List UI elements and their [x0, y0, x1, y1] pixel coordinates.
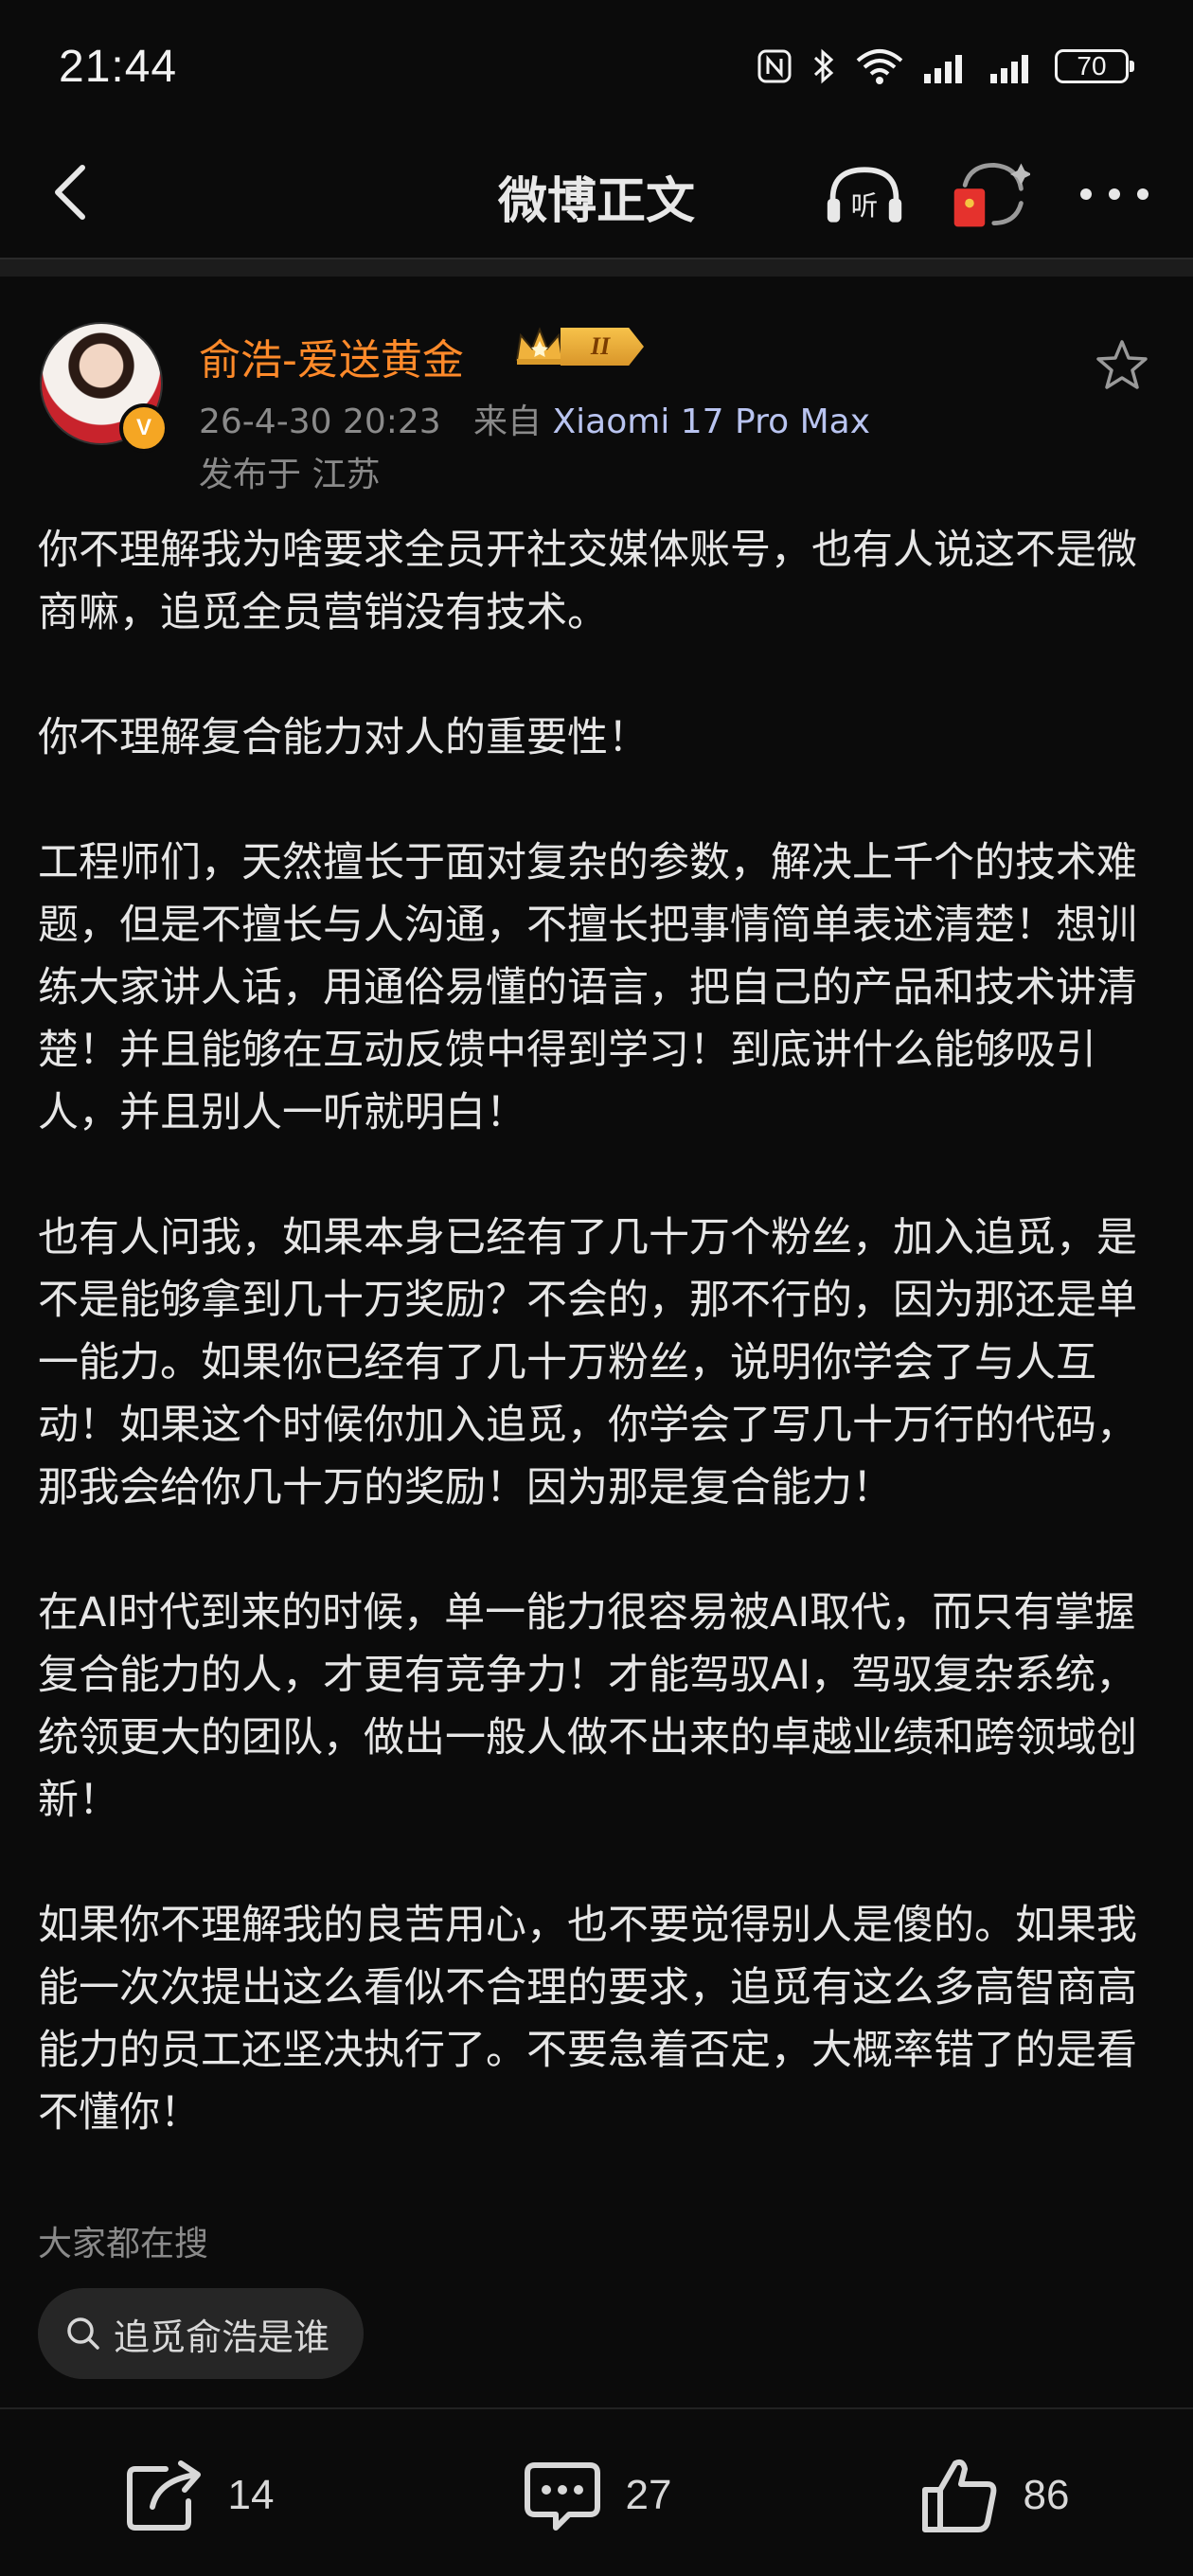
- red-packet-button[interactable]: [949, 153, 1030, 235]
- repost-count: 14: [227, 2472, 275, 2518]
- author-block: V 俞浩-爱送黄金 II 26-4-30 20:23 来自 Xiaomi 17 …: [0, 313, 1193, 502]
- red-packet-icon: [953, 163, 1030, 227]
- device-link[interactable]: Xiaomi 17 Pro Max: [553, 402, 871, 441]
- like-button[interactable]: 86: [919, 2456, 1070, 2535]
- trending-search-text: 追觅俞浩是谁: [114, 2316, 330, 2358]
- weibo-post-page: 21:44 70 微博正文 听 V 俞浩-爱送黄金 II 26-4-30 20:…: [0, 0, 1193, 2576]
- trending-label: 大家都在搜: [38, 2225, 209, 2263]
- thumbs-up-icon: [921, 2459, 996, 2532]
- wifi-icon: [856, 49, 903, 84]
- more-dots-icon: [1080, 188, 1148, 200]
- comment-button[interactable]: 27: [522, 2458, 672, 2533]
- post-paragraph: 你不理解复合能力对人的重要性！: [38, 714, 649, 761]
- post-paragraph: 在AI时代到来的时候，单一能力很容易被AI取代，而只有掌握复合能力的人，才更有竞…: [38, 1589, 1137, 1824]
- listen-label: 听: [851, 189, 879, 222]
- status-icons: 70: [756, 47, 1134, 85]
- author-name[interactable]: 俞浩-爱送黄金: [199, 326, 464, 386]
- post-meta: 26-4-30 20:23 来自 Xiaomi 17 Pro Max: [199, 394, 870, 443]
- listen-button[interactable]: 听: [824, 153, 905, 235]
- top-nav: 微博正文 听: [0, 133, 1193, 256]
- verified-badge-icon: V: [119, 403, 169, 453]
- signal-icon: [924, 55, 962, 83]
- favorite-button[interactable]: [1089, 331, 1155, 398]
- battery-level: 70: [1077, 51, 1107, 80]
- headphones-icon: 听: [827, 167, 902, 223]
- post-timestamp: 26-4-30 20:23: [199, 402, 441, 441]
- header-divider: [0, 258, 1193, 277]
- from-prefix: 来自: [473, 402, 543, 441]
- repost-icon: [126, 2460, 201, 2531]
- repost-button[interactable]: 14: [124, 2458, 275, 2533]
- bottom-divider: [0, 2407, 1193, 2409]
- post-paragraph: 工程师们，天然擅长于面对复杂的参数，解决上千个的技术难题，但是不擅长与人沟通，不…: [38, 839, 1137, 1136]
- action-bar: 14 27 86: [0, 2424, 1193, 2567]
- star-outline-icon: [1096, 340, 1148, 389]
- crown-icon: [515, 327, 564, 365]
- post-paragraph: 如果你不理解我的良苦用心，也不要觉得别人是傻的。如果我能一次次提出这么看似不合理…: [38, 1902, 1137, 2137]
- post-location: 发布于 江苏: [199, 456, 381, 494]
- post-paragraph: 也有人问我，如果本身已经有了几十万个粉丝，加入追觅，是不是能够拿到几十万奖励？不…: [38, 1214, 1137, 1512]
- bluetooth-icon: [813, 48, 834, 84]
- comment-count: 27: [625, 2472, 672, 2518]
- like-count: 86: [1023, 2472, 1070, 2518]
- member-level: II: [561, 328, 644, 366]
- more-button[interactable]: [1074, 153, 1155, 235]
- comment-icon: [524, 2462, 600, 2531]
- status-bar: 21:44 70: [0, 0, 1193, 133]
- member-level-badge[interactable]: II: [511, 326, 644, 367]
- post-paragraph: 你不理解我为啥要求全员开社交媒体账号，也有人说这不是微商嘛，追觅全员营销没有技术…: [38, 527, 1137, 636]
- trending-search-chip[interactable]: 追觅俞浩是谁: [38, 2288, 365, 2379]
- nfc-icon: [757, 49, 792, 83]
- clock: 21:44: [59, 41, 178, 92]
- header-actions: 听: [824, 153, 1155, 235]
- battery-icon: 70: [1055, 49, 1134, 83]
- post-body: 你不理解我为啥要求全员开社交媒体账号，也有人说这不是微商嘛，追觅全员营销没有技术…: [38, 519, 1155, 2207]
- signal-icon: [990, 55, 1028, 83]
- search-icon: [67, 2317, 99, 2350]
